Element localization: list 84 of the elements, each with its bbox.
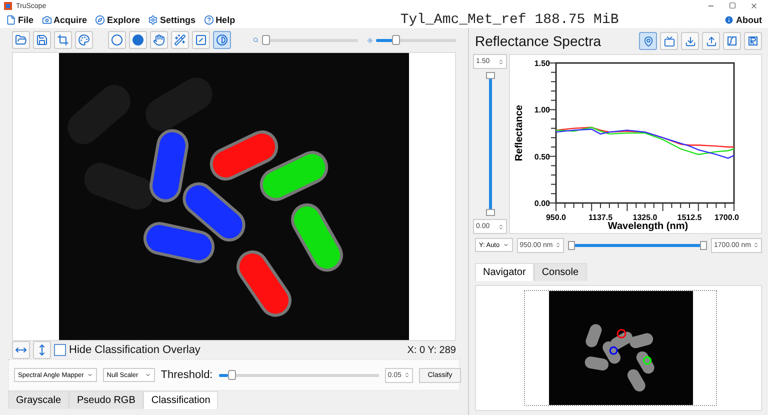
caret-icon — [144, 372, 151, 378]
file-title: Tyl_Amc_Met_ref 188.75 MiB — [399, 12, 620, 28]
camera-icon — [42, 15, 52, 25]
import-tool-button[interactable] — [681, 32, 699, 50]
palette-tool-button[interactable] — [75, 31, 93, 49]
close-icon[interactable] — [750, 2, 758, 10]
y-tick-label: 1.00 — [534, 106, 550, 115]
checkbox-label[interactable]: Hide Classification Overlay — [69, 344, 200, 356]
menu-item[interactable]: Help — [204, 15, 236, 25]
y-tick-label: 0.50 — [534, 152, 550, 162]
menu-item[interactable]: File — [6, 15, 34, 25]
pin-icon — [642, 36, 654, 46]
hand-tool-button[interactable] — [150, 31, 168, 49]
threshold-label: Threshold: — [160, 369, 213, 381]
y-axis-label: Reflectance — [514, 104, 525, 162]
diagonal-square-icon — [195, 34, 207, 46]
panel-title: Reflectance Spectra — [475, 33, 602, 49]
tv-icon — [664, 36, 674, 46]
import-icon — [684, 36, 696, 46]
caret-icon — [86, 372, 93, 378]
view-tab[interactable]: Pseudo RGB — [69, 391, 144, 409]
wand-icon — [174, 34, 186, 46]
slider-handle[interactable] — [700, 240, 708, 250]
cursor-coordinates: X: 0 Y: 289 — [407, 344, 456, 356]
open-tool-button[interactable] — [12, 31, 30, 49]
app-logo-icon — [4, 2, 12, 10]
y-tick-label: 1.50 — [534, 59, 550, 68]
contrast-icon — [216, 34, 228, 46]
zoom-icon — [253, 35, 259, 45]
ellipse-outline-tool-button[interactable] — [108, 31, 126, 49]
x-tick-label: 1512.5 — [677, 213, 702, 222]
menu-item[interactable]: Settings — [148, 15, 196, 25]
ellipse-filled-tool-button[interactable] — [129, 31, 147, 49]
menu-item[interactable]: Acquire — [42, 15, 88, 25]
slider-handle[interactable] — [228, 370, 236, 380]
y-tick-label: 0.00 — [534, 199, 550, 208]
x-tick-label: 1700.0 — [714, 213, 739, 222]
panel-tab[interactable]: Console — [534, 262, 587, 281]
help-icon — [204, 15, 214, 25]
panel-tab[interactable]: Navigator — [475, 262, 534, 281]
x-axis-label: Wavelength (nm) — [608, 221, 688, 232]
info-icon — [724, 15, 734, 25]
x-range-slider[interactable] — [568, 240, 708, 250]
view-tab[interactable]: Classification — [143, 391, 218, 409]
slider-handle[interactable] — [392, 35, 400, 45]
export-tool-button[interactable] — [702, 32, 720, 50]
palette-icon — [78, 34, 90, 46]
file-icon — [6, 15, 16, 25]
vertical-arrows-button[interactable] — [33, 341, 51, 359]
slider-handle[interactable] — [262, 35, 270, 45]
view-tab[interactable]: Grayscale — [8, 391, 70, 409]
folder-icon — [15, 34, 27, 46]
maximize-icon[interactable] — [729, 2, 736, 9]
slider-handle[interactable] — [486, 209, 494, 216]
export-icon — [706, 36, 716, 46]
tv-tool-button[interactable] — [660, 32, 678, 50]
caret-icon — [502, 242, 509, 248]
crop-tool-button[interactable] — [54, 31, 72, 49]
function-icon — [727, 36, 737, 46]
menu-item[interactable]: Explore — [95, 15, 140, 25]
save-tool-button[interactable] — [33, 31, 51, 49]
compass-icon — [95, 15, 106, 25]
pin-tool-button[interactable] — [639, 32, 657, 50]
y-range-slider[interactable] — [486, 72, 494, 216]
hand-icon — [153, 34, 165, 46]
wand-tool-button[interactable] — [171, 31, 189, 49]
slider-handle[interactable] — [486, 72, 494, 79]
letter-r-icon — [748, 36, 758, 46]
x-tick-label: 1325.0 — [632, 213, 658, 222]
x-tick-label: 950.0 — [546, 213, 566, 222]
ellipse-icon — [111, 34, 123, 46]
reference-tool-button[interactable] — [744, 32, 762, 50]
x-tick-label: 1137.5 — [588, 213, 613, 222]
slider-handle[interactable] — [568, 240, 575, 250]
ellipse-icon — [132, 34, 144, 46]
save-icon — [36, 34, 48, 46]
horizontal-arrows-button[interactable] — [12, 341, 30, 359]
contrast-tool-button[interactable] — [213, 31, 231, 49]
function-tool-button[interactable] — [723, 32, 741, 50]
checkbox[interactable] — [54, 344, 66, 356]
about-menu-item[interactable]: About — [724, 15, 762, 25]
settings-icon — [148, 15, 158, 25]
crop-icon — [57, 34, 69, 46]
slash-tool-button[interactable] — [192, 31, 210, 49]
